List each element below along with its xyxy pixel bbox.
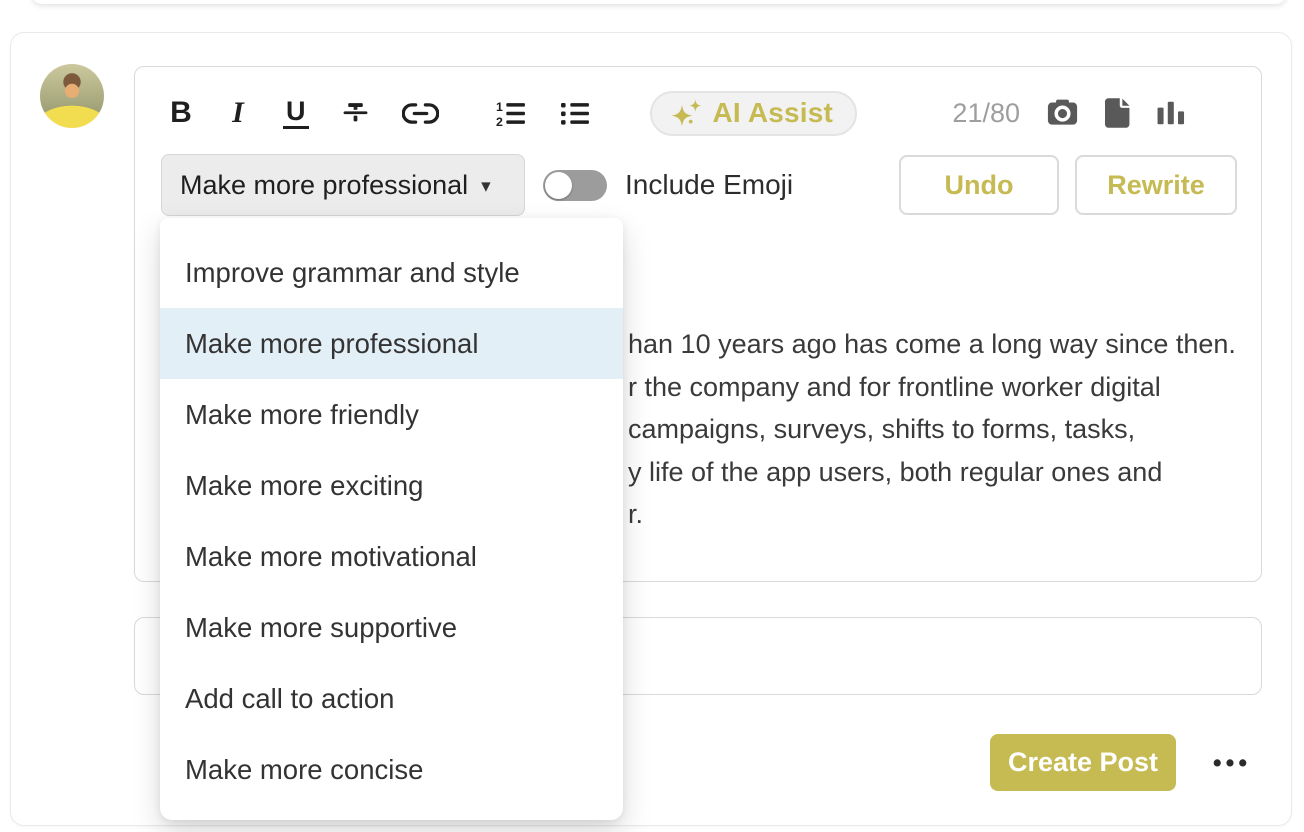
ai-assist-button[interactable]: AI Assist bbox=[650, 91, 858, 136]
bullet-list-button[interactable] bbox=[560, 95, 591, 131]
tone-dropdown-value: Make more professional bbox=[180, 170, 468, 201]
formatting-toolbar: B I U 1 2 bbox=[135, 67, 1261, 135]
numbered-list-icon: 1 2 bbox=[496, 100, 527, 127]
chevron-down-icon: ▾ bbox=[481, 174, 491, 196]
ai-assist-label: AI Assist bbox=[713, 97, 834, 129]
character-counter: 21/80 bbox=[952, 98, 1020, 129]
add-poll-button[interactable] bbox=[1157, 95, 1185, 131]
toolbar-right-group: 21/80 bbox=[952, 95, 1185, 131]
tone-option-exciting[interactable]: Make more exciting bbox=[160, 450, 623, 521]
strikethrough-button[interactable] bbox=[342, 95, 369, 131]
tone-dropdown-button[interactable]: Make more professional ▾ bbox=[161, 154, 525, 216]
link-icon bbox=[402, 101, 439, 126]
tone-option-friendly[interactable]: Make more friendly bbox=[160, 379, 623, 450]
post-text-line: y life of the app users, both regular on… bbox=[628, 451, 1247, 494]
poll-bars-icon bbox=[1157, 101, 1185, 125]
post-text-line: r. bbox=[628, 493, 1247, 536]
undo-button[interactable]: Undo bbox=[899, 155, 1059, 215]
include-emoji-label: Include Emoji bbox=[625, 169, 793, 201]
toggle-knob bbox=[545, 172, 572, 199]
numbered-list-button[interactable]: 1 2 bbox=[496, 95, 527, 131]
italic-button[interactable]: I bbox=[226, 95, 250, 131]
attach-file-button[interactable] bbox=[1105, 95, 1130, 131]
post-text-line: campaigns, surveys, shifts to forms, tas… bbox=[628, 408, 1247, 451]
more-options-button[interactable]: ••• bbox=[1204, 742, 1260, 784]
svg-text:2: 2 bbox=[496, 114, 503, 126]
avatar bbox=[40, 64, 104, 128]
svg-text:1: 1 bbox=[496, 100, 503, 114]
tone-dropdown-menu: Improve grammar and style Make more prof… bbox=[160, 218, 623, 820]
bold-button[interactable]: B bbox=[169, 95, 193, 131]
underline-button[interactable]: U bbox=[283, 95, 309, 131]
link-button[interactable] bbox=[402, 95, 439, 131]
add-image-button[interactable] bbox=[1047, 95, 1078, 131]
tone-option-supportive[interactable]: Make more supportive bbox=[160, 592, 623, 663]
previous-card-bottom-edge bbox=[32, 0, 1286, 4]
camera-icon bbox=[1047, 99, 1078, 127]
tone-option-concise[interactable]: Make more concise bbox=[160, 734, 623, 805]
create-post-button[interactable]: Create Post bbox=[990, 734, 1176, 791]
strikethrough-icon bbox=[342, 100, 369, 127]
sparkles-icon bbox=[670, 98, 702, 128]
tone-option-call-to-action[interactable]: Add call to action bbox=[160, 663, 623, 734]
document-icon bbox=[1105, 98, 1130, 128]
tone-option-motivational[interactable]: Make more motivational bbox=[160, 521, 623, 592]
tone-option-improve-grammar[interactable]: Improve grammar and style bbox=[160, 237, 623, 308]
post-text-line: han 10 years ago has come a long way sin… bbox=[628, 323, 1247, 366]
post-text-line: r the company and for frontline worker d… bbox=[628, 366, 1247, 409]
tone-option-professional[interactable]: Make more professional bbox=[160, 308, 623, 379]
underline-glyph: U bbox=[283, 98, 309, 129]
rewrite-button[interactable]: Rewrite bbox=[1075, 155, 1237, 215]
ai-assist-controls-row: Make more professional ▾ Include Emoji U… bbox=[135, 154, 1261, 216]
include-emoji-toggle[interactable] bbox=[543, 170, 607, 201]
post-text-area[interactable]: han 10 years ago has come a long way sin… bbox=[628, 323, 1247, 536]
bullet-list-icon bbox=[560, 100, 591, 127]
